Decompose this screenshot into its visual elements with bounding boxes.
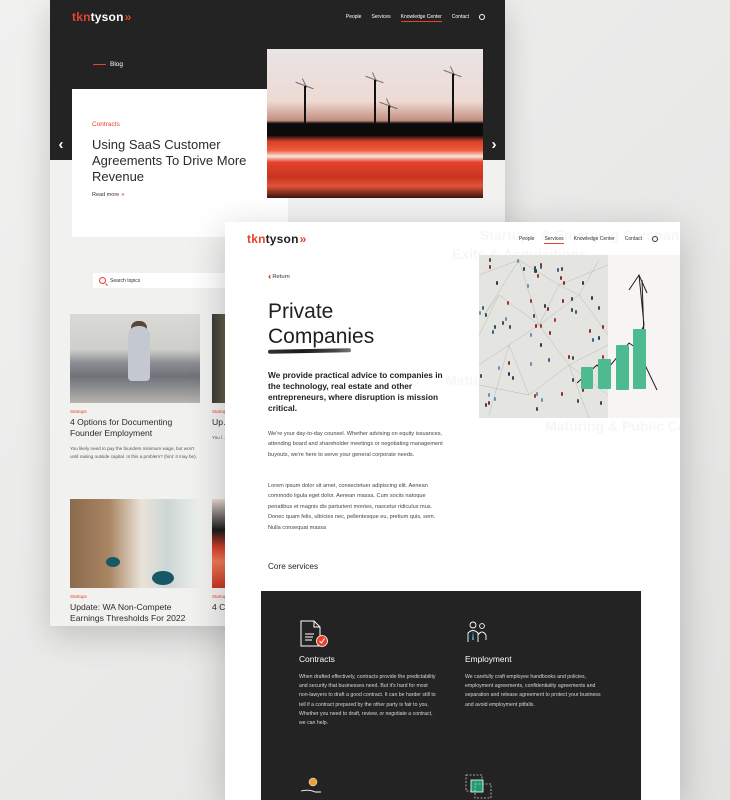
post-category[interactable]: Startups: [70, 409, 200, 414]
employees-icon: [465, 620, 495, 650]
logo-prefix: tkn: [72, 10, 91, 24]
double-chevron-right-icon: »: [121, 192, 125, 198]
nav-item-knowledge-center[interactable]: Knowledge Center: [574, 236, 615, 242]
lead-paragraph: We provide practical advice to companies…: [268, 370, 443, 413]
double-chevron-left-icon: ‹‹: [268, 272, 272, 281]
page-title: Private Companies: [268, 299, 374, 349]
logo-chevron-icon: »: [299, 232, 306, 246]
featured-post-card[interactable]: Contracts Using SaaS Customer Agreements…: [72, 89, 288, 237]
nav-item-services[interactable]: Services: [544, 236, 564, 244]
service-card[interactable]: [299, 777, 439, 800]
growth-collage-image: [479, 255, 680, 418]
post-thumbnail[interactable]: [70, 499, 200, 588]
turbine-shape: [452, 73, 454, 124]
featured-image-wind-turbines: [267, 49, 483, 198]
nav-item-people[interactable]: People: [519, 236, 535, 242]
section-label-text: Blog: [110, 61, 124, 68]
chevron-right-icon: ›: [491, 135, 497, 153]
growth-arrow-sketch: [576, 273, 658, 391]
service-card-contracts[interactable]: Contracts When drafted effectively, cont…: [299, 620, 439, 728]
main-nav: People Services Knowledge Center Contact: [519, 236, 658, 244]
main-nav: People Services Knowledge Center Contact: [346, 14, 485, 22]
post-thumbnail[interactable]: [70, 314, 200, 403]
growth-bar: [598, 359, 611, 389]
hand-coin-icon: [299, 777, 329, 800]
nav-item-people[interactable]: People: [346, 14, 362, 20]
body-paragraph: Lorem ipsum dolor sit amet, consectetuer…: [268, 483, 436, 531]
logo-name: tyson: [265, 232, 299, 246]
selection-square-icon: [465, 774, 495, 800]
post-card[interactable]: Startups Update: WA Non-Compete Earnings…: [70, 499, 200, 624]
service-page-mockup: Startups & Emerging Companies Exits & Ac…: [225, 222, 680, 800]
service-title: Employment: [465, 654, 512, 664]
carousel-prev-button[interactable]: ‹: [50, 128, 72, 160]
page-title-line2: Companies: [268, 325, 375, 348]
search-icon: [99, 277, 106, 284]
nav-item-services[interactable]: Services: [371, 14, 390, 20]
return-label: Return: [272, 273, 290, 280]
featured-title[interactable]: Using SaaS Customer Agreements To Drive …: [92, 137, 252, 185]
page-title-line1: Private: [268, 300, 334, 323]
logo[interactable]: tkntyson»: [72, 10, 131, 24]
section-label: Blog: [93, 61, 123, 68]
nav-item-contact[interactable]: Contact: [625, 236, 642, 242]
service-card-employment[interactable]: Employment We carefully craft employee h…: [465, 620, 605, 710]
turbine-shape: [388, 105, 390, 124]
post-card[interactable]: Startups 4 Options for Documenting Found…: [70, 314, 200, 461]
post-title[interactable]: Update: WA Non-Compete Earnings Threshol…: [70, 602, 200, 624]
logo[interactable]: tkntyson»: [247, 232, 306, 246]
brush-underline: [267, 348, 352, 354]
body-paragraph: We're your day-to-day counsel. Whether a…: [268, 431, 443, 458]
nav-item-contact[interactable]: Contact: [452, 14, 469, 20]
service-description: We carefully craft employee handbooks an…: [465, 674, 601, 708]
growth-bar: [633, 329, 646, 389]
logo-name: tyson: [90, 10, 124, 24]
core-services-heading: Core services: [268, 562, 319, 571]
post-description: You likely need to pay the founders mini…: [70, 446, 197, 459]
nav-item-knowledge-center[interactable]: Knowledge Center: [400, 14, 442, 22]
search-icon[interactable]: [479, 14, 485, 20]
turbine-shape: [304, 85, 306, 124]
logo-prefix: tkn: [247, 232, 266, 246]
growth-bar: [616, 345, 629, 390]
growth-bar: [581, 367, 593, 389]
carousel-next-button[interactable]: ›: [483, 128, 505, 160]
read-more-label: Read more: [92, 192, 120, 198]
service-description: When drafted effectively, contracts prov…: [299, 674, 436, 727]
logo-chevron-icon: »: [124, 10, 131, 24]
search-icon[interactable]: [652, 236, 658, 242]
search-placeholder: Search topics: [110, 277, 141, 284]
turbine-shape: [374, 79, 376, 124]
ghost-heading: Maturing & Public Companies: [545, 418, 680, 434]
service-title: Contracts: [299, 654, 335, 664]
core-services-panel: Contracts When drafted effectively, cont…: [261, 591, 641, 800]
contract-check-icon: [299, 620, 329, 650]
chevron-left-icon: ‹: [58, 135, 64, 153]
post-title[interactable]: 4 Options for Documenting Founder Employ…: [70, 417, 200, 439]
post-category[interactable]: Startups: [70, 594, 200, 599]
return-link[interactable]: ‹‹ Return: [268, 272, 290, 281]
read-more-link[interactable]: Read more»: [92, 192, 124, 198]
label-dash: [93, 63, 106, 66]
featured-category[interactable]: Contracts: [92, 121, 120, 128]
service-card[interactable]: [465, 774, 605, 800]
